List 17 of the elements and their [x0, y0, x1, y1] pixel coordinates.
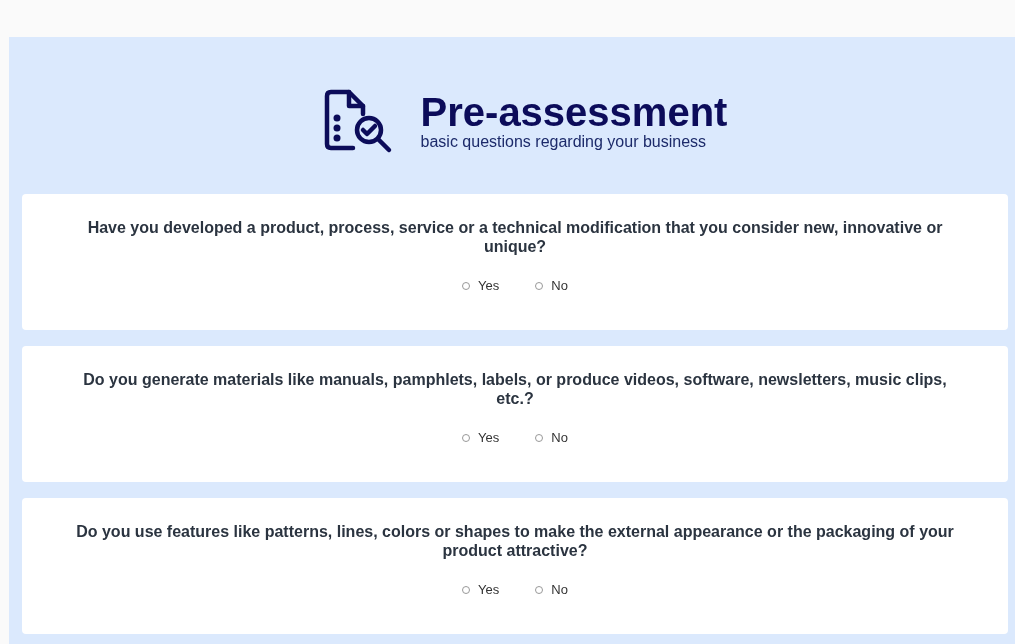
radio-option[interactable]: No [535, 430, 568, 445]
question-text: Have you developed a product, process, service or a technical modification that you consider new, innovative or unique? [86, 218, 944, 256]
radio-option[interactable]: Yes [462, 582, 500, 597]
radio-option[interactable]: Yes [462, 278, 500, 293]
page-title: Pre-assessment [420, 90, 728, 133]
question-text: Do you use features like patterns, lines, colors or shapes to make the external appearance or the packaging of your product attractive? [75, 522, 955, 560]
radio-option[interactable]: No [535, 582, 568, 597]
option-label: No [551, 430, 568, 445]
option-label: No [551, 582, 568, 597]
radio-option[interactable]: No [535, 278, 568, 293]
radio-option[interactable]: Yes [462, 430, 500, 445]
option-label: No [551, 278, 568, 293]
question-text: Do you generate materials like manuals, pamphlets, labels, or produce videos, software, newsletters, music clips, etc.? [82, 370, 948, 408]
page-subtitle: basic questions regarding your business [420, 132, 708, 151]
option-label: Yes [478, 430, 500, 445]
option-label: Yes [478, 582, 500, 597]
option-label: Yes [478, 278, 500, 293]
